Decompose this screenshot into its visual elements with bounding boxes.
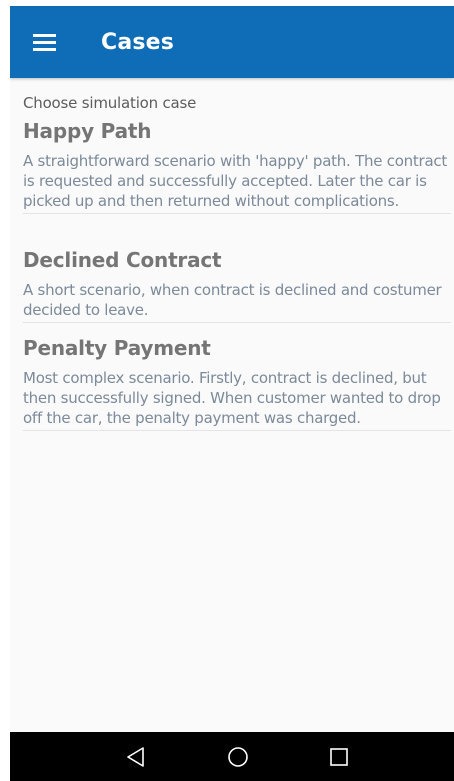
case-title: Declined Contract xyxy=(23,248,222,272)
case-description: Most complex scenario. Firstly, contract… xyxy=(23,369,441,427)
system-nav-bar xyxy=(10,732,454,781)
case-description: A short scenario, when contract is decli… xyxy=(23,281,442,319)
case-title: Penalty Payment xyxy=(23,336,211,360)
recents-square-icon xyxy=(330,748,348,766)
menu-icon xyxy=(33,34,56,37)
list-subtitle: Choose simulation case xyxy=(23,94,197,112)
app-screen: Cases Choose simulation case Happy Path … xyxy=(10,6,454,781)
nav-home-button[interactable] xyxy=(223,742,253,772)
menu-button[interactable] xyxy=(24,28,64,58)
case-item-penalty-payment[interactable]: Penalty Payment Most complex scenario. F… xyxy=(23,334,451,431)
nav-recents-button[interactable] xyxy=(324,742,354,772)
home-circle-icon xyxy=(228,747,248,767)
nav-back-button[interactable] xyxy=(121,742,151,772)
page-title: Cases xyxy=(101,30,175,55)
case-title: Happy Path xyxy=(23,119,152,143)
case-item-declined-contract[interactable]: Declined Contract A short scenario, when… xyxy=(23,246,451,323)
app-bar: Cases xyxy=(10,6,454,78)
case-description: A straightforward scenario with 'happy' … xyxy=(23,152,448,210)
case-item-happy-path[interactable]: Happy Path A straightforward scenario wi… xyxy=(23,117,451,214)
back-triangle-icon xyxy=(127,747,144,767)
